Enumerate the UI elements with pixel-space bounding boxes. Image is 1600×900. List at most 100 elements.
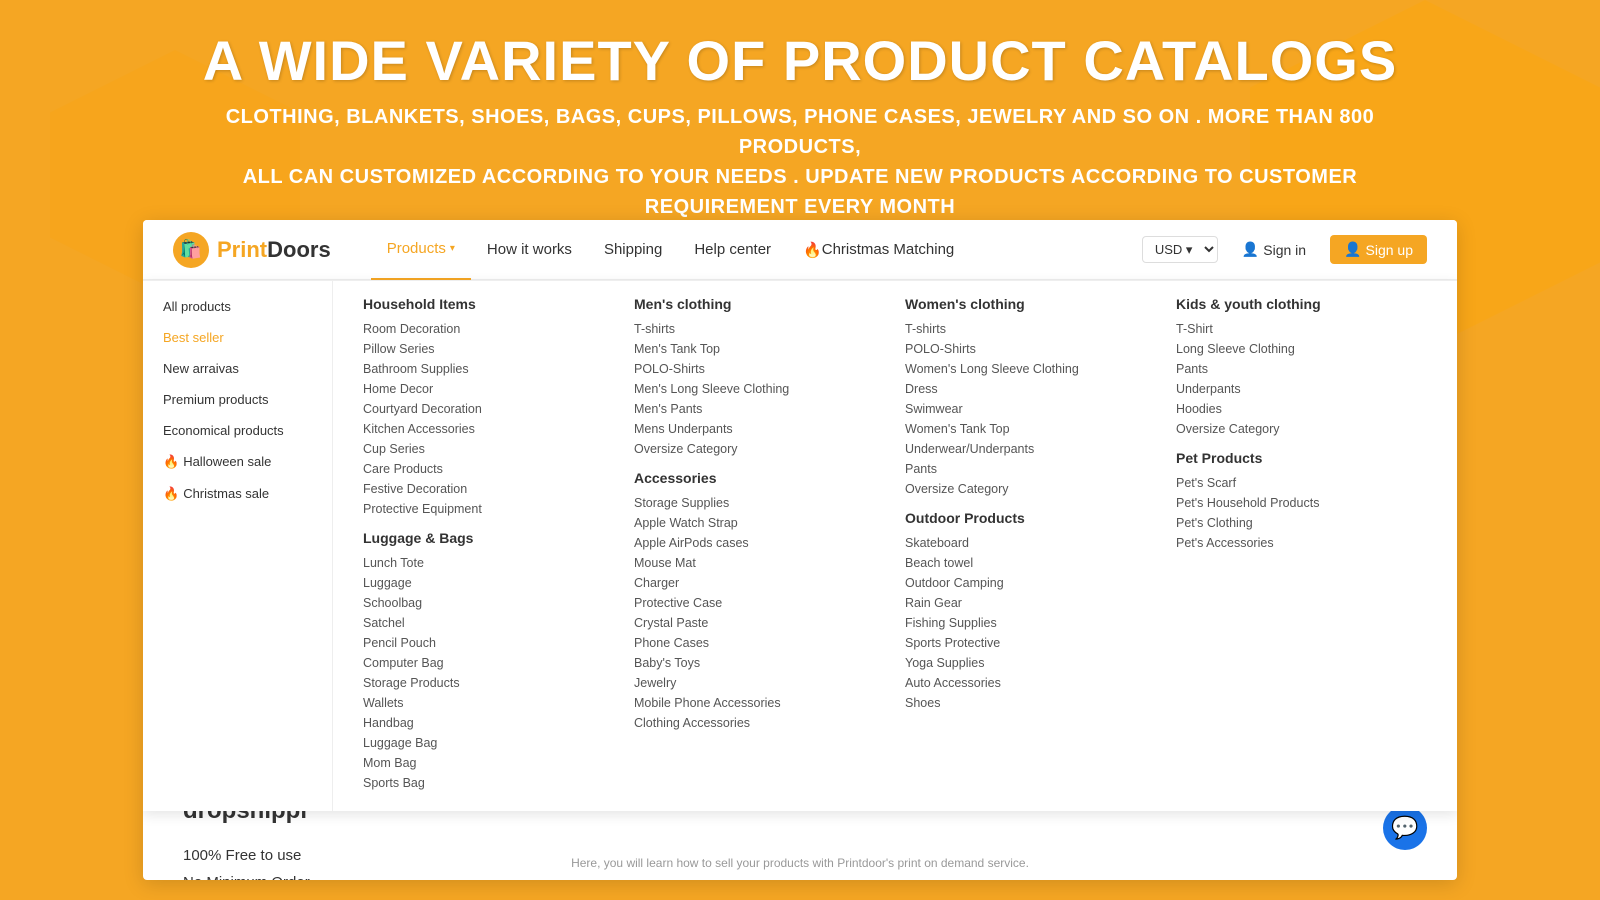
nav-help[interactable]: Help center <box>678 220 787 280</box>
item-auto-accessories[interactable]: Auto Accessories <box>905 676 1156 690</box>
sidebar-all-products[interactable]: All products <box>143 291 332 322</box>
item-protective-equipment[interactable]: Protective Equipment <box>363 502 614 516</box>
item-cup-series[interactable]: Cup Series <box>363 442 614 456</box>
logo[interactable]: 🛍️ PrintDoors <box>173 232 331 268</box>
item-schoolbag[interactable]: Schoolbag <box>363 596 614 610</box>
item-kids-pants[interactable]: Pants <box>1176 362 1427 376</box>
sidebar-best-seller[interactable]: Best seller <box>143 322 332 353</box>
sidebar-new-arrivals[interactable]: New arraivas <box>143 353 332 384</box>
item-womens-tank[interactable]: Women's Tank Top <box>905 422 1156 436</box>
currency-select[interactable]: USD ▾ <box>1142 236 1218 263</box>
col-household-header: Household Items <box>363 296 614 312</box>
item-kids-tshirt[interactable]: T-Shirt <box>1176 322 1427 336</box>
fire-icon: 🔥 <box>803 241 822 259</box>
hero-subtitle-2: ALL CAN CUSTOMIZED ACCORDING TO YOUR NEE… <box>200 162 1400 192</box>
item-kids-long-sleeve[interactable]: Long Sleeve Clothing <box>1176 342 1427 356</box>
item-bathroom-supplies[interactable]: Bathroom Supplies <box>363 362 614 376</box>
item-room-decoration[interactable]: Room Decoration <box>363 322 614 336</box>
chat-icon: 💬 <box>1391 815 1418 841</box>
item-baby-toys[interactable]: Baby's Toys <box>634 656 885 670</box>
item-mens-oversize[interactable]: Oversize Category <box>634 442 885 456</box>
item-sports-bag[interactable]: Sports Bag <box>363 776 614 790</box>
item-apple-watch[interactable]: Apple Watch Strap <box>634 516 885 530</box>
item-pet-household[interactable]: Pet's Household Products <box>1176 496 1427 510</box>
nav-products[interactable]: Products ▾ <box>371 220 471 280</box>
main-card: 🛍️ PrintDoors Products ▾ How it works Sh… <box>143 220 1457 880</box>
item-clothing-acc[interactable]: Clothing Accessories <box>634 716 885 730</box>
feature-min-order: No Minimum Order <box>183 874 1417 880</box>
item-mom-bag[interactable]: Mom Bag <box>363 756 614 770</box>
item-handbag[interactable]: Handbag <box>363 716 614 730</box>
item-festive-decoration[interactable]: Festive Decoration <box>363 482 614 496</box>
item-skateboard[interactable]: Skateboard <box>905 536 1156 550</box>
item-courtyard[interactable]: Courtyard Decoration <box>363 402 614 416</box>
item-kitchen[interactable]: Kitchen Accessories <box>363 422 614 436</box>
sidebar-premium[interactable]: Premium products <box>143 384 332 415</box>
col-womens-header: Women's clothing <box>905 296 1156 312</box>
item-protective-case[interactable]: Protective Case <box>634 596 885 610</box>
item-storage-products[interactable]: Storage Products <box>363 676 614 690</box>
item-mens-long-sleeve[interactable]: Men's Long Sleeve Clothing <box>634 382 885 396</box>
nav-christmas[interactable]: 🔥 Christmas Matching <box>787 220 970 280</box>
item-mens-tank[interactable]: Men's Tank Top <box>634 342 885 356</box>
item-home-decor[interactable]: Home Decor <box>363 382 614 396</box>
item-lunch-tote[interactable]: Lunch Tote <box>363 556 614 570</box>
item-pillow-series[interactable]: Pillow Series <box>363 342 614 356</box>
item-luggage-bag[interactable]: Luggage Bag <box>363 736 614 750</box>
item-kids-underpants[interactable]: Underpants <box>1176 382 1427 396</box>
item-jewelry[interactable]: Jewelry <box>634 676 885 690</box>
item-care-products[interactable]: Care Products <box>363 462 614 476</box>
item-wallets[interactable]: Wallets <box>363 696 614 710</box>
item-pet-clothing[interactable]: Pet's Clothing <box>1176 516 1427 530</box>
sidebar-halloween[interactable]: 🔥Halloween sale <box>143 446 332 478</box>
sidebar-economical[interactable]: Economical products <box>143 415 332 446</box>
item-mens-underpants[interactable]: Mens Underpants <box>634 422 885 436</box>
item-womens-tshirts[interactable]: T-shirts <box>905 322 1156 336</box>
item-satchel[interactable]: Satchel <box>363 616 614 630</box>
item-phone-cases[interactable]: Phone Cases <box>634 636 885 650</box>
item-pants[interactable]: Pants <box>905 462 1156 476</box>
item-charger[interactable]: Charger <box>634 576 885 590</box>
fire-icon-christmas: 🔥 <box>163 486 179 501</box>
item-shoes[interactable]: Shoes <box>905 696 1156 710</box>
item-pet-accessories[interactable]: Pet's Accessories <box>1176 536 1427 550</box>
item-womens-oversize[interactable]: Oversize Category <box>905 482 1156 496</box>
item-rain-gear[interactable]: Rain Gear <box>905 596 1156 610</box>
item-mobile-phone-acc[interactable]: Mobile Phone Accessories <box>634 696 885 710</box>
item-outdoor-camping[interactable]: Outdoor Camping <box>905 576 1156 590</box>
item-computer-bag[interactable]: Computer Bag <box>363 656 614 670</box>
item-womens-long-sleeve[interactable]: Women's Long Sleeve Clothing <box>905 362 1156 376</box>
nav-shipping[interactable]: Shipping <box>588 220 678 280</box>
item-kids-oversize[interactable]: Oversize Category <box>1176 422 1427 436</box>
item-airpods[interactable]: Apple AirPods cases <box>634 536 885 550</box>
item-sports-protective[interactable]: Sports Protective <box>905 636 1156 650</box>
sidebar-christmas[interactable]: 🔥Christmas sale <box>143 478 332 510</box>
item-fishing[interactable]: Fishing Supplies <box>905 616 1156 630</box>
col-mens: Men's clothing T-shirts Men's Tank Top P… <box>624 296 895 796</box>
item-luggage[interactable]: Luggage <box>363 576 614 590</box>
item-underwear[interactable]: Underwear/Underpants <box>905 442 1156 456</box>
item-yoga[interactable]: Yoga Supplies <box>905 656 1156 670</box>
item-pencil-pouch[interactable]: Pencil Pouch <box>363 636 614 650</box>
item-pet-scarf[interactable]: Pet's Scarf <box>1176 476 1427 490</box>
item-swimwear[interactable]: Swimwear <box>905 402 1156 416</box>
item-mens-pants[interactable]: Men's Pants <box>634 402 885 416</box>
signin-button[interactable]: 👤 Sign in <box>1228 235 1320 264</box>
signup-button[interactable]: 👤 Sign up <box>1330 235 1427 264</box>
item-beach-towel[interactable]: Beach towel <box>905 556 1156 570</box>
col-household: Household Items Room Decoration Pillow S… <box>353 296 624 796</box>
hero-subtitle-3: REQUIREMENT EVERY MONTH <box>200 192 1400 222</box>
item-mens-polo[interactable]: POLO-Shirts <box>634 362 885 376</box>
item-dress[interactable]: Dress <box>905 382 1156 396</box>
person-icon: 👤 <box>1242 241 1259 258</box>
item-kids-hoodies[interactable]: Hoodies <box>1176 402 1427 416</box>
item-womens-polo[interactable]: POLO-Shirts <box>905 342 1156 356</box>
item-crystal-paste[interactable]: Crystal Paste <box>634 616 885 630</box>
item-mens-tshirts[interactable]: T-shirts <box>634 322 885 336</box>
logo-icon: 🛍️ <box>173 232 209 268</box>
navbar: 🛍️ PrintDoors Products ▾ How it works Sh… <box>143 220 1457 280</box>
item-mouse-mat[interactable]: Mouse Mat <box>634 556 885 570</box>
item-storage-supplies[interactable]: Storage Supplies <box>634 496 885 510</box>
chat-bubble-button[interactable]: 💬 <box>1383 806 1427 850</box>
nav-how-it-works[interactable]: How it works <box>471 220 588 280</box>
